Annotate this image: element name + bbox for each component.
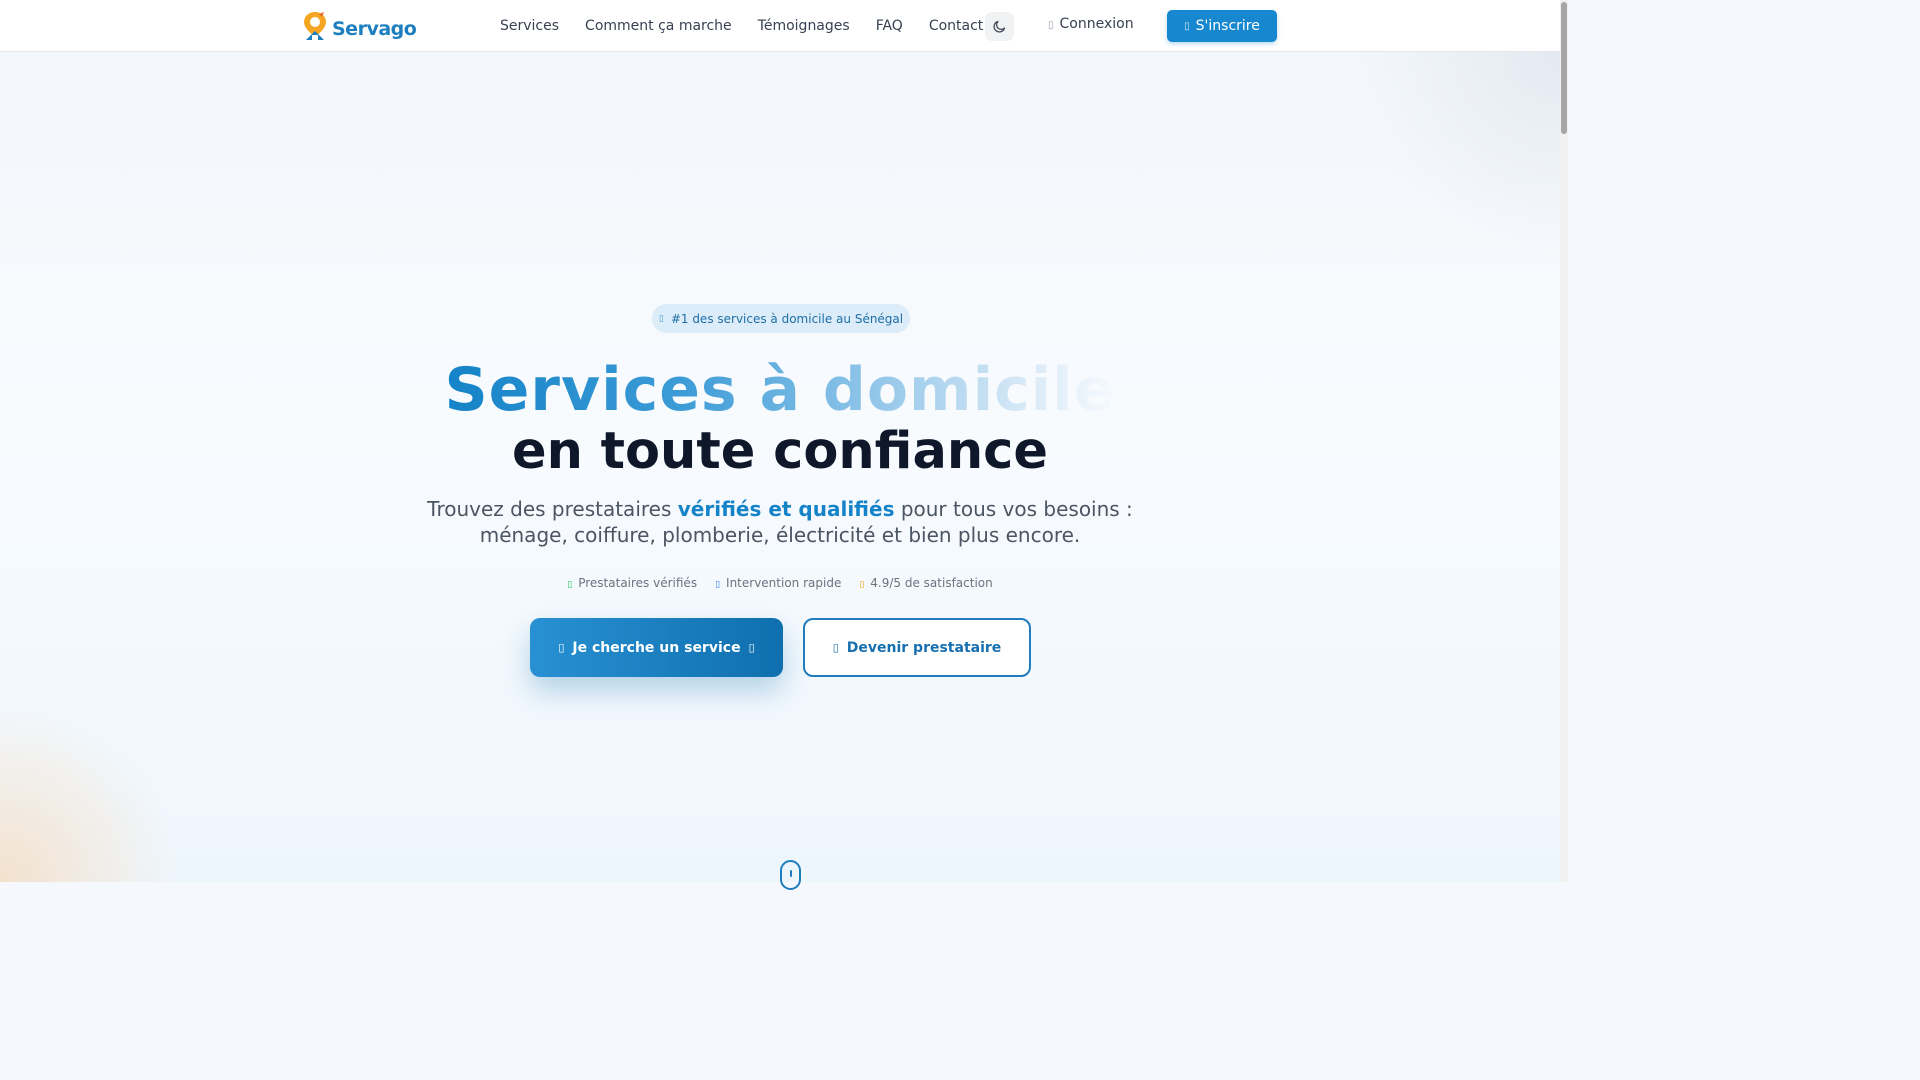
login-icon: ▯ <box>1048 20 1054 31</box>
become-provider-button[interactable]: ▯ Devenir prestataire <box>803 618 1031 677</box>
feature-rating-label: 4.9/5 de satisfaction <box>870 576 993 590</box>
nav-link-contact[interactable]: Contact <box>929 18 983 34</box>
clock-icon: ▯ <box>715 580 721 590</box>
top-navbar: Servago Services Comment ça marche Témoi… <box>0 0 1560 52</box>
moon-icon <box>993 20 1006 33</box>
feature-verified: ▯ Prestataires vérifiés <box>567 576 697 590</box>
nav-link-faq[interactable]: FAQ <box>876 18 903 34</box>
signup-button[interactable]: ▯ S'inscrire <box>1167 10 1277 42</box>
theme-toggle-button[interactable] <box>985 12 1014 41</box>
main-nav: Services Comment ça marche Témoignages F… <box>500 0 1009 52</box>
login-label: Connexion <box>1059 16 1134 32</box>
check-circle-icon: ▯ <box>567 580 573 590</box>
hero-subtitle-before: Trouvez des prestataires <box>427 497 678 521</box>
hero-title-line1: Services à domicile <box>0 354 1560 426</box>
hero-subtitle: Trouvez des prestataires vérifiés et qua… <box>380 496 1180 548</box>
hero-title-gradient-text: Services à domicile <box>444 355 1116 425</box>
star-icon: ▯ <box>859 580 865 590</box>
hero-badge: ▯ #1 des services à domicile au Sénégal <box>652 304 910 333</box>
arrow-right-icon: ▯ <box>748 641 755 654</box>
nav-link-how-it-works[interactable]: Comment ça marche <box>585 18 732 34</box>
nav-link-testimonials[interactable]: Témoignages <box>758 18 850 34</box>
logo-text: Servago <box>332 18 417 40</box>
scrollbar-thumb[interactable] <box>1561 2 1567 134</box>
hero-features: ▯ Prestataires vérifiés ▯ Intervention rap… <box>0 576 1560 590</box>
logo-mark-icon <box>304 12 326 40</box>
hero-badge-text: #1 des services à domicile au Sénégal <box>670 311 904 326</box>
feature-verified-label: Prestataires vérifiés <box>578 576 698 590</box>
briefcase-icon: ▯ <box>832 641 839 654</box>
hero-subtitle-highlight: vérifiés et qualifiés <box>677 497 895 521</box>
signup-label: S'inscrire <box>1195 18 1260 34</box>
feature-rating: ▯ 4.9/5 de satisfaction <box>859 576 992 590</box>
feature-fast: ▯ Intervention rapide <box>715 576 841 590</box>
page-scrollbar[interactable] <box>1560 0 1568 882</box>
sparkle-icon: ▯ <box>658 313 664 324</box>
hero-title-line2: en toute confiance <box>511 422 1049 481</box>
feature-fast-label: Intervention rapide <box>726 576 842 590</box>
nav-link-services[interactable]: Services <box>500 18 559 34</box>
scroll-wheel <box>790 870 792 877</box>
scroll-down-icon[interactable] <box>780 860 801 890</box>
become-provider-label: Devenir prestataire <box>846 639 1002 656</box>
search-service-label: Je cherche un service <box>572 639 741 656</box>
logo[interactable]: Servago <box>302 10 417 42</box>
search-icon: ▯ <box>558 641 565 654</box>
user-plus-icon: ▯ <box>1184 20 1190 32</box>
login-link[interactable]: ▯ Connexion <box>1048 16 1134 32</box>
search-service-button[interactable]: ▯ Je cherche un service ▯ <box>530 618 783 677</box>
